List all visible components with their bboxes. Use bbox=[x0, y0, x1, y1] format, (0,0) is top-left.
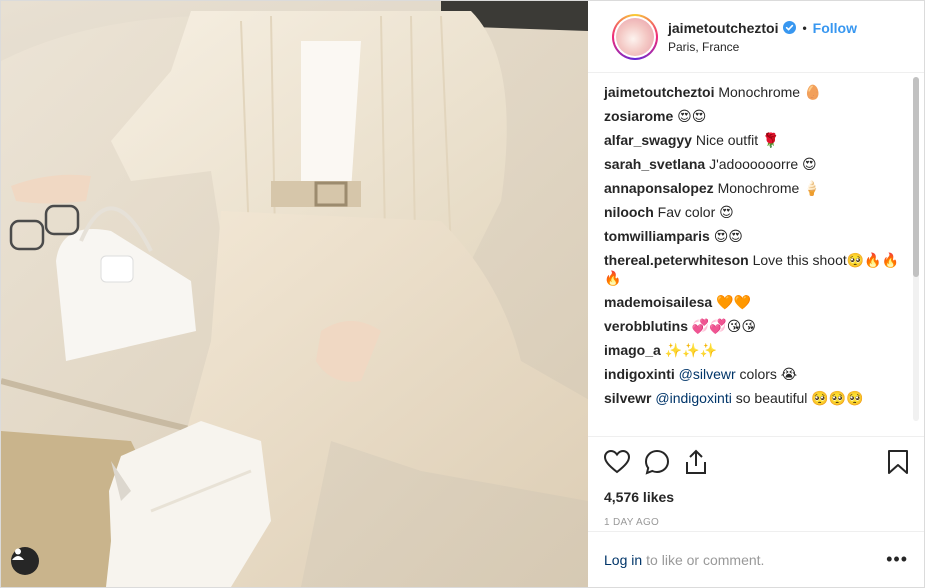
likes-count[interactable]: 4,576 likes bbox=[588, 489, 924, 505]
comment-item: nilooch Fav color 😍 bbox=[604, 203, 908, 221]
comment-username[interactable]: jaimetoutcheztoi bbox=[604, 84, 714, 100]
comment-username[interactable]: nilooch bbox=[604, 204, 654, 220]
photo-illustration bbox=[1, 1, 588, 587]
comment-username[interactable]: alfar_swagyy bbox=[604, 132, 692, 148]
share-button[interactable] bbox=[684, 442, 724, 482]
comment-item: silvewr @indigoxinti so beautiful 🥺🥺🥺 bbox=[604, 389, 908, 407]
comment-item: tomwilliamparis 😍😍 bbox=[604, 227, 908, 245]
heart-icon bbox=[604, 450, 630, 474]
location-link[interactable]: Paris, France bbox=[668, 40, 857, 54]
post-photo[interactable] bbox=[1, 1, 588, 587]
comment-mention[interactable]: @indigoxinti bbox=[651, 390, 732, 406]
comment-button[interactable] bbox=[644, 442, 684, 482]
action-bar bbox=[588, 437, 924, 487]
comment-username[interactable]: zosiarome bbox=[604, 108, 673, 124]
comment-item: annaponsalopez Monochrome 🍦 bbox=[604, 179, 908, 197]
comment-text: 😍😍 bbox=[673, 108, 707, 124]
user-icon bbox=[12, 548, 24, 560]
comment-icon bbox=[644, 449, 670, 475]
comment-text: Nice outfit 🌹 bbox=[691, 132, 780, 148]
post-date: 1 DAY AGO bbox=[604, 517, 660, 528]
comment-item: sarah_svetlana J'adoooooorre 😍 bbox=[604, 155, 908, 173]
comment-username[interactable]: verobblutins bbox=[604, 318, 688, 334]
comment-username[interactable]: annaponsalopez bbox=[604, 180, 714, 196]
comment-text: ✨✨✨ bbox=[660, 342, 717, 358]
comment-text: colors 😭 bbox=[735, 366, 798, 382]
instagram-post: jaimetoutcheztoi • Follow Paris, France … bbox=[0, 0, 925, 588]
comment-username[interactable]: tomwilliamparis bbox=[604, 228, 710, 244]
verified-badge-icon bbox=[783, 21, 797, 34]
comment-item: mademoisailesa 🧡🧡 bbox=[604, 293, 908, 311]
comment-text: Monochrome 🥚 bbox=[714, 84, 822, 100]
comment-footer: Log in to like or comment. ••• bbox=[588, 531, 924, 587]
scrollbar-thumb[interactable] bbox=[913, 77, 919, 277]
share-icon bbox=[686, 449, 706, 474]
header-separator: • bbox=[802, 20, 807, 35]
comment-username[interactable]: silvewr bbox=[604, 390, 651, 406]
comment-item: thereal.peterwhiteson Love this shoot🥺🔥🔥… bbox=[604, 251, 908, 287]
bookmark-icon bbox=[888, 450, 908, 474]
story-ring[interactable] bbox=[612, 13, 658, 60]
comment-text: 😍😍 bbox=[709, 228, 743, 244]
more-options-icon[interactable]: ••• bbox=[886, 549, 908, 570]
header-row: jaimetoutcheztoi • Follow bbox=[668, 20, 857, 36]
comment-text: 💞💞😘😘 bbox=[688, 318, 756, 334]
comment-item: alfar_swagyy Nice outfit 🌹 bbox=[604, 131, 908, 149]
post-header: jaimetoutcheztoi • Follow Paris, France bbox=[588, 1, 924, 73]
comment-item: jaimetoutcheztoi Monochrome 🥚 bbox=[604, 83, 908, 101]
comment-item: zosiarome 😍😍 bbox=[604, 107, 908, 125]
login-prompt-text: to like or comment. bbox=[646, 551, 765, 568]
avatar-frame bbox=[614, 15, 656, 58]
comment-text: Fav color 😍 bbox=[653, 204, 734, 220]
comments-list[interactable]: jaimetoutcheztoi Monochrome 🥚 zosiarome … bbox=[588, 73, 924, 437]
profile-avatar bbox=[616, 17, 654, 56]
comment-username[interactable]: thereal.peterwhiteson bbox=[604, 252, 749, 268]
login-link[interactable]: Log in bbox=[604, 552, 642, 568]
comment-item: indigoxinti @silvewr colors 😭 bbox=[604, 365, 908, 383]
header-username[interactable]: jaimetoutcheztoi bbox=[668, 20, 778, 36]
user-tag-button[interactable] bbox=[11, 547, 39, 575]
comment-item: verobblutins 💞💞😘😘 bbox=[604, 317, 908, 335]
header-text: jaimetoutcheztoi • Follow Paris, France bbox=[668, 20, 857, 54]
comment-username[interactable]: mademoisailesa bbox=[604, 294, 712, 310]
comments-scrollbar[interactable] bbox=[913, 77, 919, 421]
post-side-panel: jaimetoutcheztoi • Follow Paris, France … bbox=[588, 1, 924, 587]
comment-item: imago_a ✨✨✨ bbox=[604, 341, 908, 359]
follow-button[interactable]: Follow bbox=[813, 20, 857, 36]
comment-text: J'adoooooorre 😍 bbox=[705, 156, 817, 172]
comment-text: 🧡🧡 bbox=[712, 294, 751, 310]
comment-username[interactable]: indigoxinti bbox=[604, 366, 675, 382]
comment-username[interactable]: sarah_svetlana bbox=[604, 156, 705, 172]
comment-text: so beautiful 🥺🥺🥺 bbox=[731, 390, 864, 406]
comment-mention[interactable]: @silvewr bbox=[675, 366, 736, 382]
comment-username[interactable]: imago_a bbox=[604, 342, 661, 358]
save-button[interactable] bbox=[884, 442, 908, 482]
comment-text: Monochrome 🍦 bbox=[713, 180, 821, 196]
like-button[interactable] bbox=[604, 442, 644, 482]
